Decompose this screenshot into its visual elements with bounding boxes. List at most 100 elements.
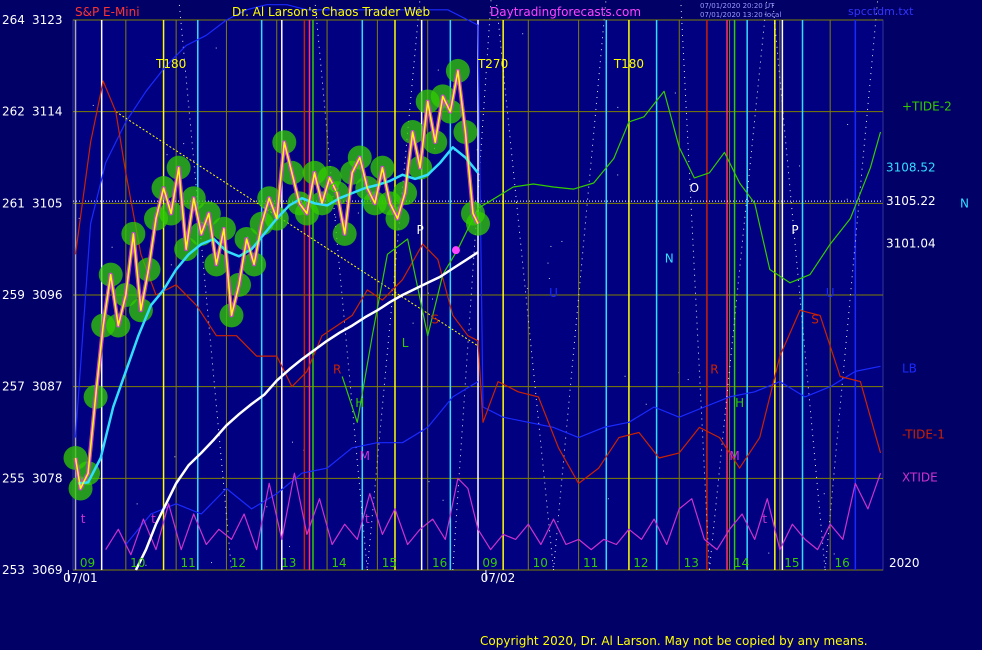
noise-dot bbox=[289, 546, 291, 548]
cycle-marker-m: M bbox=[360, 449, 370, 463]
noise-dot bbox=[78, 217, 80, 219]
right-label: XTIDE bbox=[902, 470, 938, 484]
noise-dot bbox=[174, 456, 176, 458]
date-label: 07/02 bbox=[481, 571, 516, 585]
x-tick-label: 15 bbox=[382, 556, 397, 570]
noise-dot bbox=[291, 441, 293, 443]
noise-dot bbox=[266, 506, 268, 508]
cycle-marker-h: H bbox=[355, 396, 364, 410]
noise-dot bbox=[798, 165, 800, 167]
y-tick-label-right: 3123 bbox=[32, 13, 63, 27]
x-tick-label: 11 bbox=[180, 556, 195, 570]
noise-dot bbox=[550, 245, 552, 247]
cycle-marker-r: R bbox=[710, 362, 718, 376]
cycle-marker-t: t bbox=[762, 512, 767, 526]
year-label: 2020 bbox=[889, 556, 920, 570]
cycle-marker-o: O bbox=[330, 181, 339, 195]
cycle-marker-n: N bbox=[665, 251, 674, 265]
x-tick-label: 12 bbox=[231, 556, 246, 570]
right-label: 3105.22 bbox=[886, 194, 936, 208]
right-label: N bbox=[960, 196, 969, 210]
header-site: Daytradingforecasts.com bbox=[490, 5, 642, 19]
cycle-marker-t: t bbox=[365, 512, 370, 526]
x-tick-label: 13 bbox=[281, 556, 296, 570]
noise-dot bbox=[846, 198, 848, 200]
noise-dot bbox=[428, 481, 430, 483]
noise-dot bbox=[548, 277, 550, 279]
right-label: 3108.52 bbox=[886, 160, 936, 174]
noise-dot bbox=[645, 403, 647, 405]
right-label: +TIDE-2 bbox=[902, 100, 952, 114]
noise-dot bbox=[211, 562, 213, 564]
noise-dot bbox=[547, 262, 549, 264]
x-tick-label: 16 bbox=[432, 556, 447, 570]
noise-dot bbox=[335, 216, 337, 218]
copyright-notice: Copyright 2020, Dr. Al Larson. May not b… bbox=[480, 634, 868, 648]
cycle-marker-l: L bbox=[402, 336, 409, 350]
x-tick-label: 15 bbox=[784, 556, 799, 570]
noise-dot bbox=[111, 246, 113, 248]
cycle-marker-t270: T270 bbox=[477, 57, 508, 71]
noise-dot bbox=[145, 564, 147, 566]
noise-dot bbox=[215, 47, 217, 49]
right-label: LB bbox=[902, 361, 917, 375]
noise-dot bbox=[674, 92, 676, 94]
noise-dot bbox=[823, 493, 825, 495]
y-tick-label-left: 261 bbox=[2, 196, 25, 210]
y-tick-label-left: 264 bbox=[2, 13, 25, 27]
endpoint-dot bbox=[451, 246, 460, 255]
x-tick-label: 14 bbox=[331, 556, 346, 570]
cycle-marker-u: U bbox=[549, 286, 558, 300]
cycle-marker-h: H bbox=[735, 396, 744, 410]
noise-dot bbox=[768, 552, 770, 554]
y-tick-label-left: 257 bbox=[2, 380, 25, 394]
y-tick-label-left: 259 bbox=[2, 288, 25, 302]
x-tick-label: 10 bbox=[130, 556, 145, 570]
y-tick-label-left: 262 bbox=[2, 105, 25, 119]
x-tick-label: 10 bbox=[533, 556, 548, 570]
noise-dot bbox=[412, 322, 414, 324]
header-stamp-local: 07/01/2020 13:20 local bbox=[700, 11, 782, 19]
cycle-marker-o: O bbox=[690, 181, 699, 195]
noise-dot bbox=[833, 553, 835, 555]
cycle-marker-t180: T180 bbox=[613, 57, 644, 71]
noise-dot bbox=[624, 375, 626, 377]
cycle-marker-t: t bbox=[151, 512, 156, 526]
x-tick-label: 12 bbox=[633, 556, 648, 570]
cycle-marker-p: P bbox=[417, 223, 424, 237]
cycle-marker-m: M bbox=[729, 449, 739, 463]
noise-dot bbox=[561, 240, 563, 242]
price-glow bbox=[466, 211, 490, 236]
x-tick-label: 13 bbox=[684, 556, 699, 570]
noise-dot bbox=[357, 212, 359, 214]
x-tick-label: 09 bbox=[80, 556, 95, 570]
noise-dot bbox=[92, 104, 94, 106]
y-tick-label-left: 255 bbox=[2, 471, 25, 485]
y-tick-label-right: 3078 bbox=[32, 471, 63, 485]
cycle-marker-s: S bbox=[431, 313, 439, 327]
noise-dot bbox=[522, 33, 524, 35]
x-tick-label: 09 bbox=[482, 556, 497, 570]
cycle-marker-t180: T180 bbox=[155, 57, 186, 71]
noise-dot bbox=[526, 287, 528, 289]
cycle-marker-t: t bbox=[81, 512, 86, 526]
header-center-title: Dr. Al Larson's Chaos Trader Web bbox=[232, 5, 431, 19]
noise-dot bbox=[432, 298, 433, 300]
y-tick-label-right: 3114 bbox=[32, 105, 63, 119]
y-tick-label-left: 253 bbox=[2, 563, 25, 577]
x-tick-label: 11 bbox=[583, 556, 598, 570]
noise-dot bbox=[442, 499, 444, 501]
right-label: -TIDE-1 bbox=[902, 428, 945, 442]
noise-dot bbox=[136, 503, 138, 505]
cycle-marker-s: S bbox=[811, 313, 819, 327]
cycle-marker-r: R bbox=[333, 362, 341, 376]
noise-dot bbox=[437, 69, 439, 71]
y-tick-label-right: 3105 bbox=[32, 196, 63, 210]
noise-dot bbox=[470, 328, 472, 330]
chart-root: 264 3123 262 3114 261 3105 259 3096 257 3087 255 30… bbox=[0, 0, 982, 650]
y-tick-label-right: 3087 bbox=[32, 380, 63, 394]
date-label: 07/01 bbox=[63, 571, 98, 585]
header-file: spcctdm.txt bbox=[848, 5, 914, 18]
noise-dot bbox=[687, 379, 689, 381]
x-tick-label: 16 bbox=[835, 556, 850, 570]
